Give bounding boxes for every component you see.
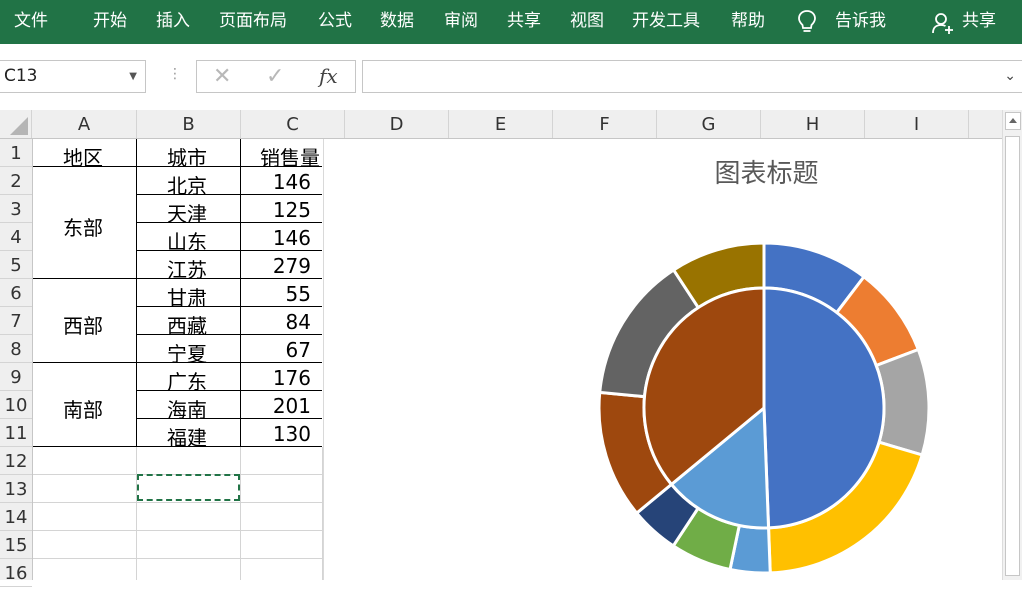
region-cell: 南部: [63, 398, 103, 422]
name-box-value: C13: [4, 66, 38, 86]
row-header[interactable]: 14: [0, 503, 32, 531]
tell-me-search[interactable]: 告诉我: [835, 0, 886, 44]
scroll-up-icon[interactable]: [1005, 112, 1021, 130]
tab-insert[interactable]: 插入: [156, 0, 190, 44]
row-header[interactable]: 16: [0, 559, 32, 587]
sunburst-pie-chart[interactable]: [324, 139, 1001, 580]
city-cell: 宁夏: [167, 342, 207, 366]
column-header-g[interactable]: G: [657, 110, 761, 138]
lightbulb-icon[interactable]: [795, 9, 819, 35]
ribbon: 文件 开始 插入 页面布局 公式 数据 审阅 共享 视图 开发工具 帮助 告诉我…: [0, 0, 1022, 44]
city-cell: 江苏: [167, 258, 207, 282]
sales-cell: 201: [272, 394, 311, 418]
city-cell: 北京: [167, 174, 207, 198]
name-box[interactable]: C13 ▼: [0, 60, 146, 93]
column-header-b[interactable]: B: [137, 110, 241, 138]
region-cell: 东部: [63, 216, 103, 240]
row-header[interactable]: 3: [0, 195, 32, 223]
tab-help[interactable]: 帮助: [731, 0, 765, 44]
row-header[interactable]: 2: [0, 167, 32, 195]
city-cell: 山东: [167, 230, 207, 254]
table-header-region: 地区: [63, 146, 103, 170]
row-header[interactable]: 7: [0, 307, 32, 335]
row-headers: 1 2 3 4 5 6 7 8 9 10 11 12 13 14 15 16: [0, 139, 33, 587]
sales-cell: 176: [272, 366, 311, 390]
region-cell: 西部: [63, 314, 103, 338]
tab-page-layout[interactable]: 页面布局: [219, 0, 287, 44]
column-header-i[interactable]: I: [865, 110, 969, 138]
drag-handle-icon[interactable]: ⋮: [168, 66, 182, 82]
column-headers: A B C D E F G H I: [0, 110, 1002, 139]
tab-review[interactable]: 审阅: [444, 0, 478, 44]
scroll-thumb[interactable]: [1005, 136, 1020, 576]
column-header-e[interactable]: E: [449, 110, 553, 138]
cell-grid[interactable]: 地区 城市 销售量 东部 西部 南部 北京 天津 山东 江苏 甘肃 西藏 宁夏 …: [33, 139, 323, 580]
row-header[interactable]: 1: [0, 139, 32, 167]
chevron-down-icon[interactable]: ⌄: [1004, 61, 1016, 92]
city-cell: 西藏: [167, 314, 207, 338]
row-header[interactable]: 11: [0, 419, 32, 447]
column-header-c[interactable]: C: [241, 110, 345, 138]
row-header[interactable]: 4: [0, 223, 32, 251]
chevron-down-icon[interactable]: ▼: [129, 61, 137, 92]
row-header[interactable]: 10: [0, 391, 32, 419]
row-header[interactable]: 8: [0, 335, 32, 363]
city-cell: 海南: [167, 398, 207, 422]
column-header-h[interactable]: H: [761, 110, 865, 138]
sales-cell: 279: [272, 254, 311, 278]
sales-cell: 67: [285, 338, 311, 362]
column-header-d[interactable]: D: [345, 110, 449, 138]
copy-selection-marquee[interactable]: [137, 474, 240, 501]
row-header[interactable]: 9: [0, 363, 32, 391]
tab-file[interactable]: 文件: [14, 0, 48, 44]
sales-cell: 146: [272, 226, 311, 250]
select-all-button[interactable]: [0, 110, 32, 138]
city-cell: 广东: [167, 370, 207, 394]
tab-data[interactable]: 数据: [380, 0, 414, 44]
tab-home[interactable]: 开始: [93, 0, 127, 44]
city-cell: 甘肃: [167, 286, 207, 310]
vertical-scrollbar[interactable]: [1002, 110, 1022, 580]
formula-input[interactable]: ⌄: [362, 60, 1022, 93]
table-header-sales: 销售量: [260, 146, 320, 170]
column-header-f[interactable]: F: [553, 110, 657, 138]
row-header[interactable]: 5: [0, 251, 32, 279]
person-icon[interactable]: [931, 11, 955, 35]
sales-cell: 146: [272, 170, 311, 194]
insert-function-button[interactable]: fx: [319, 61, 338, 92]
column-header-j[interactable]: [969, 110, 1002, 138]
table-header-city: 城市: [167, 146, 207, 170]
tab-view[interactable]: 视图: [570, 0, 604, 44]
city-cell: 福建: [167, 426, 207, 450]
tab-developer[interactable]: 开发工具: [632, 0, 700, 44]
sales-cell: 130: [272, 422, 311, 446]
row-header[interactable]: 12: [0, 447, 32, 475]
cancel-icon[interactable]: ✕: [213, 61, 231, 92]
row-header[interactable]: 6: [0, 279, 32, 307]
row-header[interactable]: 15: [0, 531, 32, 559]
row-header[interactable]: 13: [0, 475, 32, 503]
sales-cell: 84: [285, 310, 311, 334]
city-cell: 天津: [167, 202, 207, 226]
tab-share[interactable]: 共享: [507, 0, 541, 44]
formula-buttons: ✕ ✓ fx: [196, 60, 356, 93]
enter-icon[interactable]: ✓: [266, 61, 284, 92]
column-header-a[interactable]: A: [32, 110, 137, 138]
tab-formulas[interactable]: 公式: [318, 0, 352, 44]
sales-cell: 125: [272, 198, 311, 222]
share-button[interactable]: 共享: [962, 0, 996, 44]
sales-cell: 55: [285, 282, 311, 306]
chart-area[interactable]: 图表标题: [323, 139, 1000, 580]
